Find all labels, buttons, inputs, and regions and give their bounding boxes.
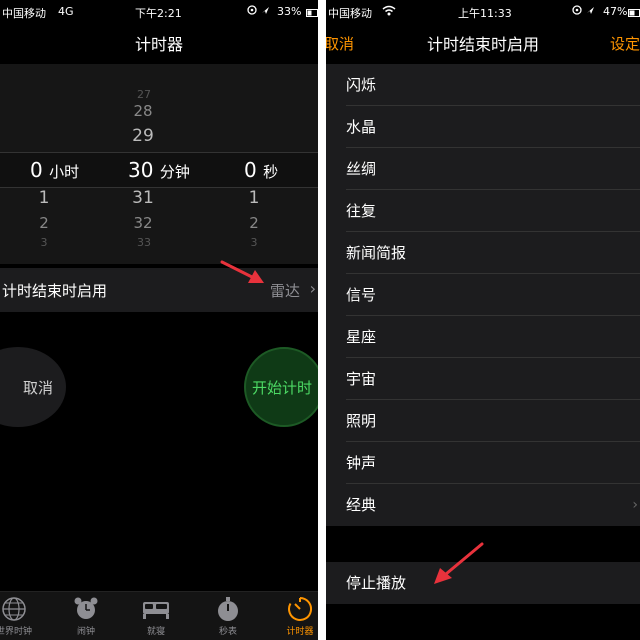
list-item[interactable]: 宇宙 — [326, 358, 640, 400]
when-timer-ends-row[interactable]: 计时结束时启用 雷达 › — [0, 268, 318, 312]
sound-list: 闪烁 水晶 丝绸 往复 新闻简报 信号 星座 宇宙 照明 钟声 经典 › — [326, 64, 640, 526]
stopwatch-icon — [218, 597, 238, 621]
picker-minute-below[interactable]: 31 — [127, 188, 159, 208]
tab-bedtime[interactable]: 就寝 — [126, 596, 186, 637]
bed-icon — [143, 602, 169, 619]
tab-label: 秒表 — [218, 627, 237, 637]
picker-hour-below[interactable]: 1 — [36, 188, 52, 208]
list-item[interactable]: 水晶 — [326, 106, 640, 148]
minutes-value: 30 — [128, 158, 154, 182]
status-icons — [572, 5, 598, 18]
seconds-value: 0 — [244, 158, 257, 182]
status-icons — [247, 5, 273, 18]
location-lock-icon — [572, 5, 594, 15]
picker-hour-below[interactable]: 2 — [37, 214, 51, 232]
cancel-button-label: 取消 — [22, 378, 53, 397]
list-item[interactable]: 新闻简报 — [326, 232, 640, 274]
seconds-unit: 秒 — [263, 163, 279, 181]
tab-label: 世界时钟 — [0, 627, 32, 637]
chevron-right-icon: › — [632, 497, 638, 513]
when-timer-ends-screen: 中国移动 上午11:33 47% 取消 计时结束时启用 设定 闪烁 水晶 丝绸 … — [326, 0, 640, 640]
picker-second-below[interactable]: 2 — [247, 214, 261, 232]
status-bar: 中国移动 上午11:33 47% — [326, 0, 640, 24]
alarm-clock-icon — [74, 597, 98, 619]
list-item[interactable]: 丝绸 — [326, 148, 640, 190]
picker-hour-below[interactable]: 3 — [39, 236, 49, 249]
status-time: 上午11:33 — [458, 7, 512, 20]
list-item-label: 经典 — [346, 496, 377, 514]
list-item[interactable]: 照明 — [326, 400, 640, 442]
status-bar: 中国移动 4G 下午2:21 33% — [0, 0, 318, 24]
picker-minute-below[interactable]: 33 — [130, 236, 158, 249]
picker-second-below[interactable]: 1 — [246, 188, 262, 208]
list-item[interactable]: 闪烁 — [326, 64, 640, 106]
timer-icon — [288, 597, 312, 621]
hours-unit: 小时 — [49, 163, 80, 181]
tab-world-clock[interactable]: 世界时钟 — [0, 596, 44, 637]
picker-seconds-selected[interactable]: 0 秒 — [244, 158, 278, 182]
cancel-button[interactable]: 取消 — [0, 347, 66, 427]
tab-alarm[interactable]: 闹钟 — [56, 596, 116, 637]
picker-hours-selected[interactable]: 0 小时 — [30, 158, 79, 182]
tab-stopwatch[interactable]: 秒表 — [198, 596, 258, 637]
tab-label: 就寝 — [146, 627, 165, 637]
time-picker[interactable]: 27 28 29 0 小时 30 分钟 0 秒 1 31 1 2 32 2 3 … — [0, 64, 318, 264]
picker-minute-above[interactable]: 28 — [128, 102, 158, 120]
carrier-label: 中国移动 — [328, 7, 372, 20]
chevron-right-icon: › — [309, 279, 316, 298]
battery-label: 33% — [277, 5, 302, 18]
battery-label: 47% — [603, 5, 628, 18]
status-time: 下午2:21 — [135, 7, 182, 20]
list-item[interactable]: 钟声 — [326, 442, 640, 484]
start-button-label: 开始计时 — [252, 378, 313, 397]
picker-second-below[interactable]: 3 — [249, 236, 259, 249]
picker-minutes-selected[interactable]: 30 分钟 — [128, 158, 190, 182]
wifi-icon — [382, 5, 396, 19]
when-timer-ends-value: 雷达 — [269, 282, 300, 300]
tab-timer[interactable]: 计时器 — [270, 596, 318, 637]
start-button[interactable]: 开始计时 — [244, 347, 318, 427]
annotation-arrow-icon — [220, 260, 264, 283]
list-item[interactable]: 往复 — [326, 190, 640, 232]
set-button[interactable]: 设定 — [610, 33, 640, 54]
picker-minute-above[interactable]: 27 — [130, 88, 158, 101]
list-item[interactable]: 信号 — [326, 274, 640, 316]
timer-screen: 中国移动 4G 下午2:21 33% 计时器 27 28 29 0 小时 30 … — [0, 0, 318, 640]
when-timer-ends-label: 计时结束时启用 — [2, 282, 108, 300]
tab-label: 计时器 — [286, 627, 314, 637]
carrier-label: 中国移动 — [2, 7, 46, 20]
globe-icon — [2, 597, 26, 621]
picker-minute-above[interactable]: 29 — [127, 126, 159, 146]
page-title: 计时结束时启用 — [426, 35, 539, 54]
picker-minute-below[interactable]: 32 — [128, 214, 158, 232]
list-item-classic[interactable]: 经典 › — [326, 484, 640, 526]
page-title: 计时器 — [134, 35, 183, 54]
annotation-arrow-icon — [434, 542, 484, 584]
tab-label: 闹钟 — [76, 627, 95, 637]
network-label: 4G — [58, 5, 74, 18]
battery-icon — [628, 7, 640, 20]
list-item[interactable]: 星座 — [326, 316, 640, 358]
tab-bar: 世界时钟 闹钟 就寝 秒表 计时器 — [0, 591, 318, 640]
minutes-unit: 分钟 — [159, 163, 190, 181]
location-lock-icon — [247, 5, 269, 15]
battery-icon — [306, 7, 318, 20]
hours-value: 0 — [30, 158, 43, 182]
